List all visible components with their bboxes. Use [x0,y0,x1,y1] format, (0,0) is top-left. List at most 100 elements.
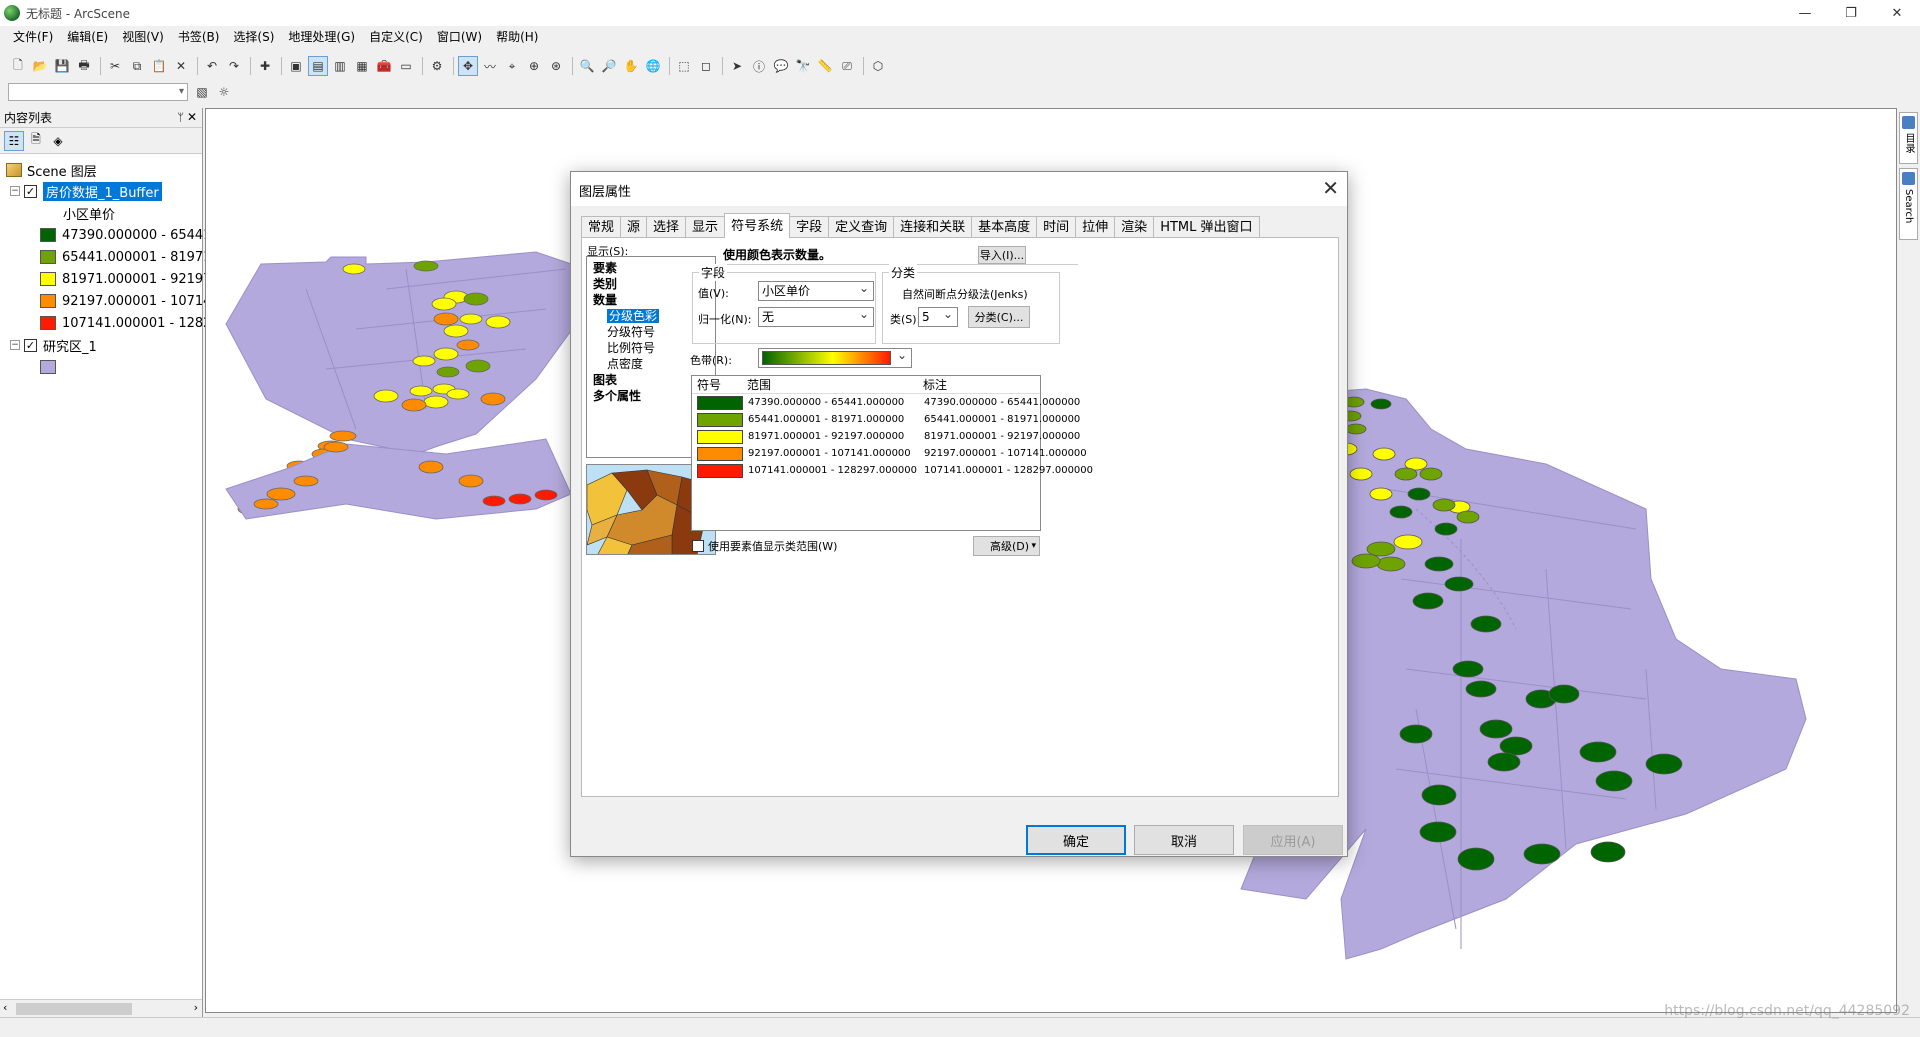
class-label[interactable]: 81971.000001 - 92197.000000 [919,431,1080,442]
minimize-button[interactable]: — [1782,0,1828,26]
import-button[interactable]: 导入(I)... [978,246,1026,264]
class-label[interactable]: 65441.000001 - 81971.000000 [919,414,1080,425]
menu-bookmarks[interactable]: 书签(B) [171,26,227,48]
delete-icon[interactable]: ✕ [171,56,191,76]
class-label[interactable]: 107141.000001 - 128297.000000 [919,465,1093,476]
search-window-icon[interactable]: ▦ [352,56,372,76]
select-features-icon[interactable]: ⬚ [674,56,694,76]
3d-effects-icon[interactable]: ⬡ [868,56,888,76]
lighting-icon[interactable]: ☼ [214,82,234,102]
collapse-icon[interactable]: − [10,186,20,196]
modelbuilder-icon[interactable]: ⚙ [427,56,447,76]
class-symbol-swatch[interactable] [697,463,743,478]
close-icon[interactable]: ✕ [187,110,197,124]
header-range[interactable]: 范围 [742,376,918,393]
list-by-source-icon[interactable]: 🗎 [26,131,46,151]
zoom-to-target-icon[interactable]: ⊕ [524,56,544,76]
transparency-icon[interactable]: ▧ [192,82,212,102]
catalog-window-icon[interactable]: ▥ [330,56,350,76]
list-by-drawing-order-icon[interactable]: ☷ [4,130,24,151]
tab-definition-query[interactable]: 定义查询 [828,216,895,238]
classes-table[interactable]: 符号 范围 标注 47390.000000 - 65441.000000 473… [691,375,1093,531]
class-symbol-swatch[interactable] [697,446,743,461]
menu-windows[interactable]: 窗口(W) [430,26,489,48]
new-document-icon[interactable]: 🗋 [8,56,28,76]
classes-count-dropdown[interactable]: 5 [918,305,958,327]
save-icon[interactable]: 💾 [52,56,72,76]
menu-view[interactable]: 视图(V) [115,26,171,48]
class-row[interactable]: 92197.000001 - 107141.000000 92197.00000… [692,445,1087,462]
class-row[interactable]: 107141.000001 - 128297.000000 107141.000… [692,462,1093,479]
tab-symbology[interactable]: 符号系统 [724,213,791,238]
toc-window-icon[interactable]: ▤ [308,56,328,76]
tab-time[interactable]: 时间 [1036,216,1077,238]
identify-icon[interactable]: ⓘ [749,56,769,76]
fly-tool-icon[interactable]: 〰 [480,56,500,76]
layer-dropdown[interactable] [8,83,188,101]
show-class-ranges-checkbox[interactable] [692,540,704,552]
header-label[interactable]: 标注 [918,376,1038,393]
normalization-dropdown[interactable]: 无 [758,305,874,327]
apply-button[interactable]: 应用(A) [1243,825,1343,855]
tab-html-popup[interactable]: HTML 弹出窗口 [1153,216,1260,238]
layer-row-buffer[interactable]: − ✓ 房价数据_1_Buffer [10,181,162,201]
print-icon[interactable]: 🖶 [74,56,94,76]
value-field-dropdown[interactable]: 小区单价 [758,279,874,301]
measure-icon[interactable]: 📏 [815,56,835,76]
class-row[interactable]: 47390.000000 - 65441.000000 47390.000000… [692,394,1080,411]
class-range[interactable]: 47390.000000 - 65441.000000 [743,397,919,408]
class-row[interactable]: 65441.000001 - 81971.000000 65441.000001… [692,411,1080,428]
scene-layers-root[interactable]: Scene 图层 [6,160,97,180]
layer-name[interactable]: 研究区_1 [43,336,97,355]
undo-icon[interactable]: ↶ [202,56,222,76]
python-window-icon[interactable]: ▭ [396,56,416,76]
pan-icon[interactable]: ✋ [621,56,641,76]
layer-visibility-checkbox[interactable]: ✓ [24,184,37,198]
color-ramp-dropdown[interactable] [758,346,912,368]
tab-display[interactable]: 显示 [685,216,726,238]
collapse-icon[interactable]: − [10,340,20,350]
scroll-right-icon[interactable]: › [194,1001,198,1014]
scene-properties-icon[interactable]: ▣ [286,56,306,76]
class-range[interactable]: 81971.000001 - 92197.000000 [743,431,919,442]
html-popup-icon[interactable]: 💬 [771,56,791,76]
full-extent-icon[interactable]: 🌐 [643,56,663,76]
layer-visibility-checkbox[interactable]: ✓ [24,338,37,352]
menu-geoprocessing[interactable]: 地理处理(G) [281,26,362,48]
legend-class-row[interactable] [40,357,62,377]
open-folder-icon[interactable]: 📂 [30,56,50,76]
close-window-button[interactable]: ✕ [1874,0,1920,26]
class-row[interactable]: 81971.000001 - 92197.000000 81971.000001… [692,428,1080,445]
layer-row-study-area[interactable]: − ✓ 研究区_1 [10,335,97,355]
set-observer-icon[interactable]: ⊛ [546,56,566,76]
add-data-icon[interactable]: ✚ [255,56,275,76]
find-icon[interactable]: 🔭 [793,56,813,76]
menu-customize[interactable]: 自定义(C) [362,26,430,48]
paste-icon[interactable]: 📋 [149,56,169,76]
scroll-left-icon[interactable]: ‹ [3,1001,7,1014]
class-symbol-swatch[interactable] [697,395,743,410]
tab-base-heights[interactable]: 基本高度 [971,216,1038,238]
scroll-thumb[interactable] [16,1003,132,1015]
tab-rendering[interactable]: 渲染 [1114,216,1155,238]
catalog-dock-tab[interactable]: 目录 [1899,112,1918,164]
copy-icon[interactable]: ⧉ [127,56,147,76]
dialog-close-icon[interactable]: ✕ [1322,176,1339,200]
class-range[interactable]: 107141.000001 - 128297.000000 [743,465,919,476]
menu-selection[interactable]: 选择(S) [226,26,281,48]
class-range[interactable]: 65441.000001 - 81971.000000 [743,414,919,425]
restore-button[interactable]: ❐ [1828,0,1874,26]
menu-file[interactable]: 文件(F) [6,26,60,48]
zoom-in-icon[interactable]: 🔍 [577,56,597,76]
target-center-icon[interactable]: ⌖ [502,56,522,76]
class-label[interactable]: 92197.000001 - 107141.000000 [919,448,1087,459]
tab-fields[interactable]: 字段 [789,216,830,238]
cut-icon[interactable]: ✂ [105,56,125,76]
tab-joins-relates[interactable]: 连接和关联 [893,216,973,238]
search-dock-tab[interactable]: Search [1899,168,1918,240]
cancel-button[interactable]: 取消 [1134,825,1234,855]
tab-source[interactable]: 源 [620,216,648,238]
navigate-tool-icon[interactable]: ✥ [458,56,478,76]
class-symbol-swatch[interactable] [697,429,743,444]
header-symbol[interactable]: 符号 [692,376,742,393]
